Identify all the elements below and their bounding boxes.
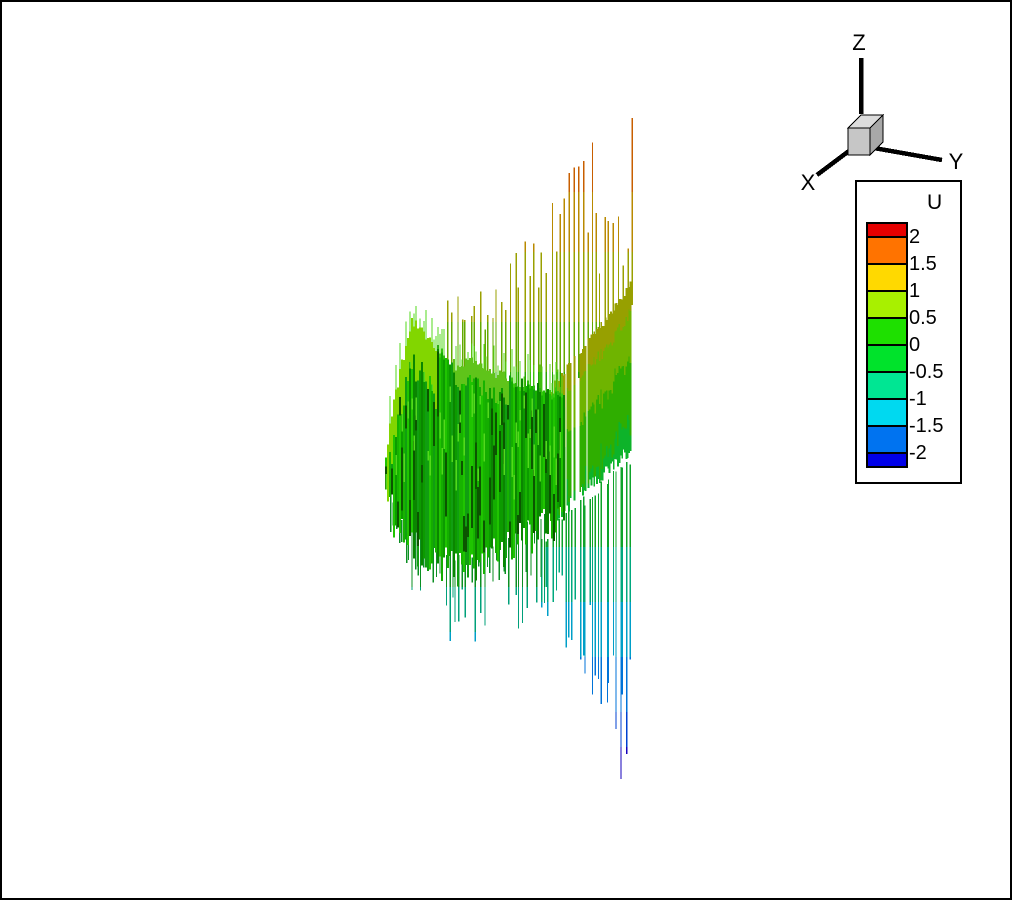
contour-legend: U 2 1.5 1 0.5 0 -0.5 -1 -1.5 -2 — [855, 180, 962, 484]
legend-tick-label: 1 — [909, 280, 921, 302]
legend-color-swatch — [868, 238, 906, 265]
legend-tick-label: 2 — [909, 226, 921, 248]
legend-color-swatch — [868, 373, 906, 400]
legend-tick-label: 0.5 — [909, 307, 937, 329]
legend-tick-label: 1.5 — [909, 253, 937, 275]
orientation-cube-front — [847, 127, 871, 156]
plot-frame: Z X Y U 2 1.5 1 0.5 0 -0.5 -1 -1.5 -2 — [0, 0, 1012, 900]
legend-tick-label: -2 — [909, 442, 927, 464]
x-axis-line — [815, 149, 851, 177]
legend-color-swatch — [868, 265, 906, 292]
legend-color-swatch — [868, 454, 906, 466]
axis-label-z: Z — [852, 30, 866, 55]
legend-tick-label: -1.5 — [909, 415, 944, 437]
axis-label-x: X — [800, 170, 816, 195]
legend-color-swatch — [868, 400, 906, 427]
legend-color-swatch — [868, 224, 906, 238]
legend-color-swatch — [868, 292, 906, 319]
legend-color-swatch — [868, 346, 906, 373]
axis-label-y: Y — [948, 149, 964, 174]
y-axis-line — [873, 145, 943, 163]
legend-tick-label: 0 — [909, 334, 921, 356]
legend-title: U — [927, 191, 943, 214]
colorbar — [866, 222, 908, 468]
legend-color-swatch — [868, 319, 906, 346]
legend-color-swatch — [868, 427, 906, 454]
legend-tick-label: -0.5 — [909, 361, 944, 383]
legend-tick-label: -1 — [909, 388, 927, 410]
